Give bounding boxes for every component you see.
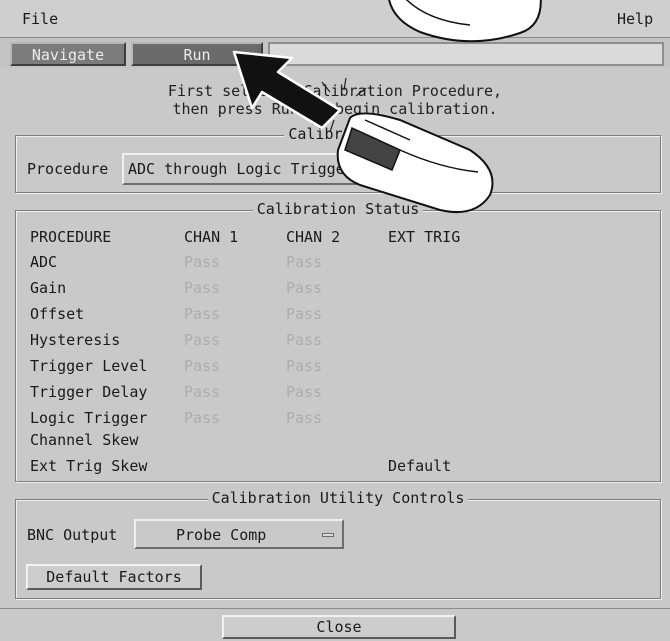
- row-procedure: Offset: [30, 305, 85, 323]
- calibration-group: Calibration Procedure ADC through Logic …: [15, 125, 661, 193]
- header-chan1: CHAN 1: [184, 228, 239, 246]
- calibration-group-title: Calibration: [284, 125, 392, 143]
- close-button[interactable]: Close: [222, 615, 456, 639]
- row-chan1: Pass: [184, 279, 221, 297]
- row-ext-trig: Default: [388, 457, 452, 475]
- row-chan2: Pass: [286, 357, 323, 375]
- row-procedure: Logic Trigger: [30, 409, 148, 427]
- bottom-bar: Close: [0, 608, 670, 641]
- row-chan1: Pass: [184, 409, 221, 427]
- utility-controls-group: Calibration Utility Controls BNC Output …: [15, 489, 661, 599]
- table-row: Gain Pass Pass: [30, 279, 510, 303]
- table-row: Channel Skew: [30, 431, 510, 455]
- row-chan1: Pass: [184, 331, 221, 349]
- calibration-status-title: Calibration Status: [252, 200, 424, 218]
- row-chan1: Pass: [184, 253, 221, 271]
- table-row: Trigger Delay Pass Pass: [30, 383, 510, 407]
- table-row: Hysteresis Pass Pass: [30, 331, 510, 355]
- tab-bar: Navigate Run: [0, 38, 670, 68]
- header-procedure: PROCEDURE: [30, 228, 112, 246]
- default-factors-button[interactable]: Default Factors: [26, 564, 202, 590]
- status-field: [268, 42, 664, 66]
- instruction-line-1: First select a Calibration Procedure,: [167, 82, 503, 100]
- row-procedure: Hysteresis: [30, 331, 121, 349]
- row-chan2: Pass: [286, 383, 323, 401]
- bnc-output-label: BNC Output: [27, 526, 118, 544]
- row-chan1: Pass: [184, 357, 221, 375]
- procedure-select-value: ADC through Logic Trigger: [128, 160, 354, 178]
- table-row: Trigger Level Pass Pass: [30, 357, 510, 381]
- table-row: ADC Pass Pass: [30, 253, 510, 277]
- default-factors-label: Default Factors: [46, 568, 182, 586]
- bnc-output-select[interactable]: Probe Comp: [134, 519, 344, 549]
- row-chan1: Pass: [184, 383, 221, 401]
- row-procedure: Ext Trig Skew: [30, 457, 148, 475]
- instruction-line-2: then press Run to begin calibration.: [172, 100, 498, 118]
- row-chan1: Pass: [184, 305, 221, 323]
- row-procedure: ADC: [30, 253, 58, 271]
- row-chan2: Pass: [286, 279, 323, 297]
- row-chan2: Pass: [286, 409, 323, 427]
- utility-controls-title: Calibration Utility Controls: [207, 489, 469, 507]
- header-ext-trig: EXT TRIG: [388, 228, 461, 246]
- table-row: Logic Trigger Pass Pass: [30, 409, 510, 433]
- row-procedure: Trigger Level: [30, 357, 148, 375]
- option-menu-indicator-icon: [322, 533, 334, 537]
- close-button-label: Close: [316, 618, 362, 636]
- table-row: Ext Trig Skew Default: [30, 457, 510, 481]
- menu-bar: File Help: [0, 0, 670, 38]
- header-chan2: CHAN 2: [286, 228, 341, 246]
- procedure-select[interactable]: ADC through Logic Trigger: [122, 153, 452, 185]
- row-procedure: Channel Skew: [30, 431, 139, 449]
- tab-run[interactable]: Run: [131, 42, 263, 66]
- row-chan2: Pass: [286, 305, 323, 323]
- bnc-output-value: Probe Comp: [176, 526, 267, 544]
- table-row: Offset Pass Pass: [30, 305, 510, 329]
- procedure-label: Procedure: [27, 160, 109, 178]
- tab-navigate[interactable]: Navigate: [10, 42, 126, 66]
- table-header-row: PROCEDURE CHAN 1 CHAN 2 EXT TRIG: [30, 228, 510, 252]
- row-procedure: Gain: [30, 279, 67, 297]
- menu-file[interactable]: File: [22, 10, 58, 28]
- row-procedure: Trigger Delay: [30, 383, 148, 401]
- menu-help[interactable]: Help: [617, 10, 653, 28]
- row-chan2: Pass: [286, 331, 323, 349]
- row-chan2: Pass: [286, 253, 323, 271]
- instruction-text: First select a Calibration Procedure, th…: [0, 82, 670, 118]
